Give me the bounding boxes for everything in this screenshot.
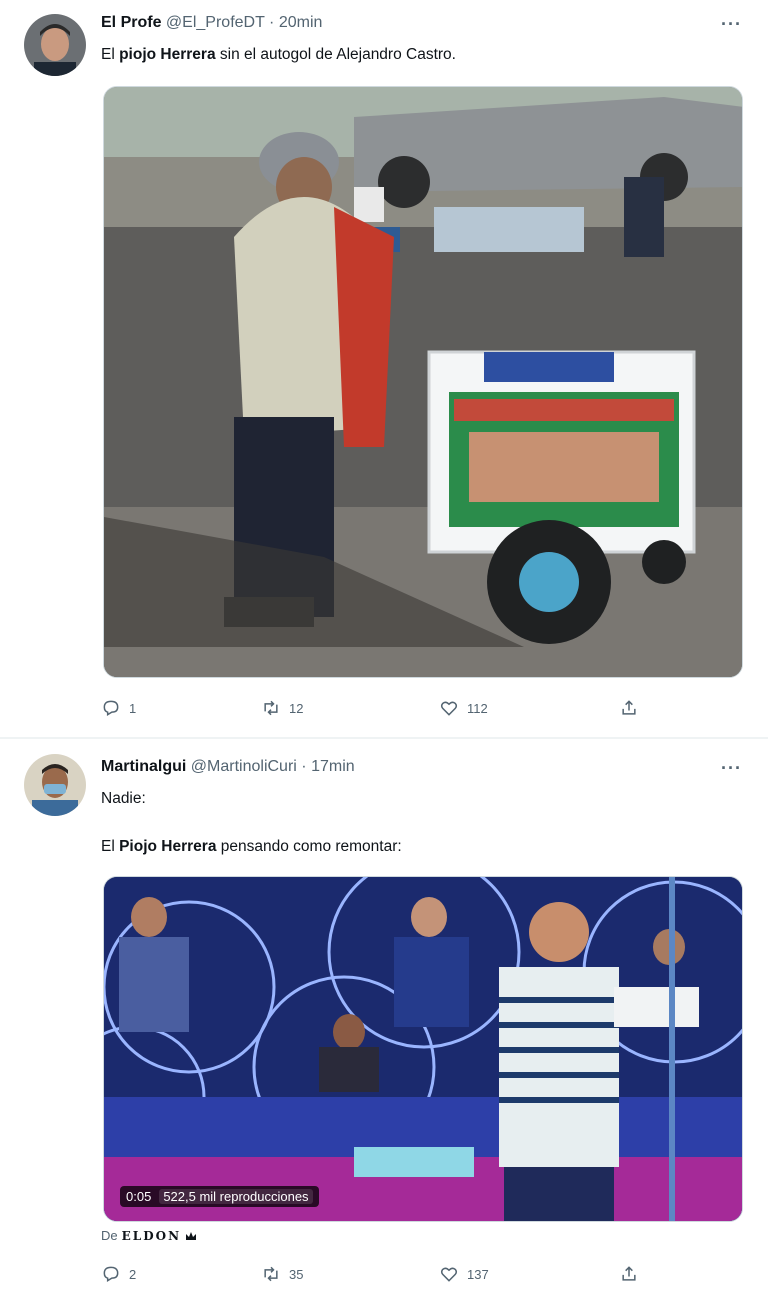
video-source: De ELDON [101,1228,197,1243]
tweet-text-line: Nadie: [101,790,146,807]
reply-count: 2 [129,1266,137,1282]
retweet-icon [264,700,278,716]
text-bold-part: Piojo Herrera [119,838,217,855]
tweet-divider [0,737,768,739]
reply-button[interactable]: 1 [101,698,136,718]
retweet-button[interactable]: 35 [261,1264,303,1284]
heart-icon [440,1267,458,1282]
author-handle[interactable]: @El_ProfeDT [166,14,265,31]
text-bold-part: piojo Herrera [119,46,216,63]
tweet[interactable]: El Profe @El_ProfeDT · 20min ··· El pioj… [0,0,768,738]
tweet[interactable]: Martinalgui @MartinoliCuri · 17min ··· N… [0,740,768,1303]
tweet-actions: 2 35 137 [101,1264,661,1288]
retweet-button[interactable]: 12 [261,698,303,718]
video-time: 0:05 [126,1189,152,1204]
tweet-photo[interactable] [103,86,743,678]
tweet-header: Martinalgui @MartinoliCuri · 17min [101,758,355,776]
avatar[interactable] [24,754,86,816]
tweet-time[interactable]: 17min [311,758,355,775]
retweet-count: 12 [289,700,304,716]
from-prefix: De [101,1228,118,1243]
share-button[interactable] [619,1264,639,1284]
reply-icon [103,700,119,716]
retweet-count: 35 [289,1266,304,1282]
source-brand[interactable]: ELDON [122,1229,181,1243]
more-options-icon[interactable]: ··· [721,758,742,779]
reply-count: 1 [129,700,137,716]
share-button[interactable] [619,698,639,718]
avatar[interactable] [24,14,86,76]
tweet-actions: 1 12 112 [101,698,661,722]
retweet-icon [264,1266,278,1282]
reply-button[interactable]: 2 [101,1264,136,1284]
video-views: 522,5 mil reproducciones [159,1189,313,1204]
text-part: sin el autogol de Alejandro Castro. [215,46,456,63]
share-icon [622,1266,636,1281]
separator-dot: · [301,758,307,775]
text-part: El [101,46,120,63]
text-part: pensando como remontar: [216,838,402,855]
more-options-icon[interactable]: ··· [721,14,742,35]
like-button[interactable]: 112 [439,698,488,718]
share-icon [622,700,636,715]
tweet-video[interactable]: 0:05 522,5 mil reproducciones [103,876,743,1222]
tweet-header: El Profe @El_ProfeDT · 20min [101,14,322,32]
reply-icon [103,1266,119,1282]
crown-icon [186,1231,197,1240]
like-count: 137 [467,1266,489,1282]
video-badge: 0:05 522,5 mil reproducciones [120,1186,319,1207]
tweet-text: El Piojo Herrera pensando como remontar: [101,838,402,856]
author-handle[interactable]: @MartinoliCuri [191,758,297,775]
separator-dot: · [269,14,275,31]
like-button[interactable]: 137 [439,1264,489,1284]
tweet-time[interactable]: 20min [279,14,323,31]
text-part: El [101,838,120,855]
author-name[interactable]: Martinalgui [101,758,186,775]
heart-icon [440,701,458,716]
author-name[interactable]: El Profe [101,14,161,31]
like-count: 112 [467,700,488,716]
tweet-text: El piojo Herrera sin el autogol de Aleja… [101,46,456,64]
